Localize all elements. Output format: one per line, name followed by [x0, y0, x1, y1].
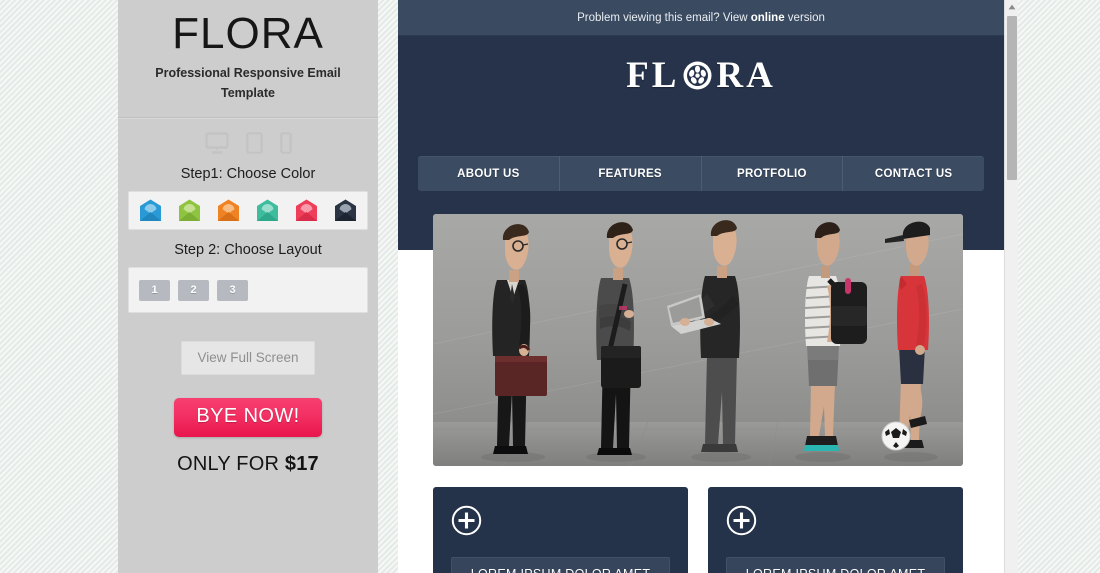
email-navigation: ABOUT US FEATURES PROTFOLIO CONTACT US	[418, 156, 984, 191]
scrollbar-thumb[interactable]	[1007, 16, 1017, 180]
layout-option-1[interactable]: 1	[139, 279, 170, 301]
hero-image-wrap	[416, 214, 986, 466]
template-configurator-sidebar: FLORA Professional Responsive Email Temp…	[118, 0, 378, 573]
promo-card[interactable]: LOREM IPSUM DOLOR AMET	[708, 487, 963, 573]
nav-item-contact-us[interactable]: CONTACT US	[843, 156, 984, 191]
tablet-device-icon[interactable]	[245, 132, 263, 155]
preview-scrollbar[interactable]	[1004, 0, 1018, 573]
promo-card-button[interactable]: LOREM IPSUM DOLOR AMET	[726, 557, 945, 573]
promo-card-button[interactable]: LOREM IPSUM DOLOR AMET	[451, 557, 670, 573]
color-swatch-red[interactable]	[294, 198, 319, 223]
color-swatch-green[interactable]	[177, 198, 202, 223]
price-label: ONLY FOR $17	[118, 437, 378, 476]
view-full-screen-button[interactable]: View Full Screen	[181, 341, 315, 376]
buy-now-button[interactable]: BYE NOW!	[174, 398, 322, 438]
scroll-up-arrow-icon[interactable]	[1005, 0, 1018, 14]
mobile-device-icon[interactable]	[279, 132, 292, 155]
price-prefix: ONLY FOR	[177, 453, 285, 476]
preheader-text: Problem viewing this email? View online …	[577, 12, 825, 24]
fullscreen-button-row: View Full Screen	[118, 313, 378, 376]
plus-circle-icon	[451, 505, 670, 541]
nav-item-about-us[interactable]: ABOUT US	[418, 156, 560, 191]
device-preview-switcher	[118, 118, 378, 155]
email-logo: FL RA	[398, 36, 1004, 94]
nav-item-features[interactable]: FEATURES	[560, 156, 702, 191]
step1-label: Step1: Choose Color	[180, 166, 316, 183]
promo-card[interactable]: LOREM IPSUM DOLOR AMET	[433, 487, 688, 573]
layout-option-3[interactable]: 3	[217, 279, 248, 301]
color-picker-panel	[128, 191, 368, 231]
preheader-after: version	[784, 11, 825, 24]
layout-picker-panel: 1 2 3	[128, 267, 368, 314]
price-value: $17	[284, 453, 319, 476]
color-swatch-dark[interactable]	[333, 198, 358, 223]
color-swatch-blue[interactable]	[138, 198, 163, 223]
buy-button-row: BYE NOW!	[118, 375, 378, 438]
online-version-link[interactable]: online	[751, 12, 785, 24]
email-preheader-bar: Problem viewing this email? View online …	[398, 0, 1004, 36]
hero-image	[433, 214, 963, 466]
page-title: FLORA	[172, 9, 324, 58]
desktop-device-icon[interactable]	[204, 132, 229, 154]
email-preview-frame: Problem viewing this email? View online …	[398, 0, 1018, 573]
email-logo-part2: RA	[716, 55, 776, 96]
email-preview-content: Problem viewing this email? View online …	[398, 0, 1004, 573]
page-subtitle: Professional Responsive Email Template	[155, 65, 341, 101]
color-swatch-teal[interactable]	[255, 198, 280, 223]
email-logo-part1: FL	[626, 55, 680, 96]
nav-item-protfolio[interactable]: PROTFOLIO	[702, 156, 844, 191]
preheader-before: Problem viewing this email? View	[577, 11, 751, 24]
step2-label: Step 2: Choose Layout	[174, 242, 322, 259]
flower-icon	[680, 60, 715, 91]
plus-circle-icon	[726, 505, 945, 541]
color-swatch-orange[interactable]	[216, 198, 241, 223]
layout-option-2[interactable]: 2	[178, 279, 209, 301]
promo-cards-row: LOREM IPSUM DOLOR AMET LOREM IPSUM DOLOR…	[416, 487, 986, 573]
sidebar-header: FLORA Professional Responsive Email Temp…	[118, 0, 378, 119]
